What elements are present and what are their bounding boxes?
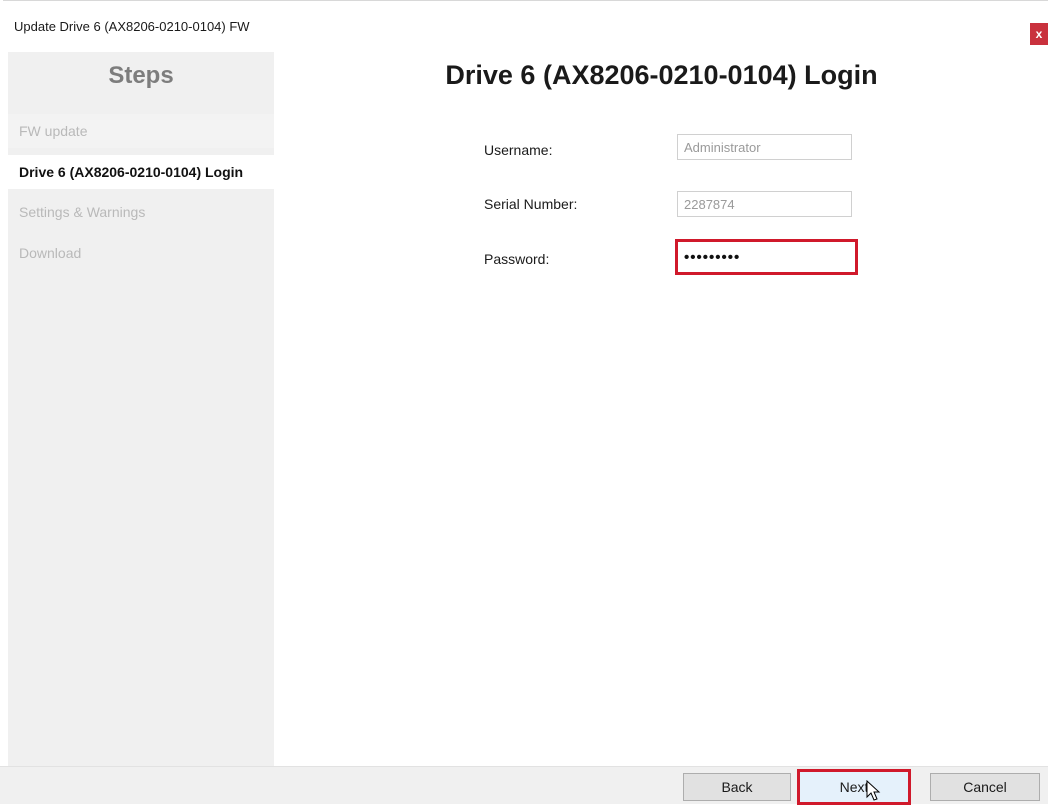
username-label: Username:	[484, 142, 553, 158]
steps-heading: Steps	[108, 62, 174, 89]
pointer-cursor-icon	[866, 780, 881, 801]
serial-number-field[interactable]	[677, 191, 852, 217]
step-settings-warnings[interactable]: Settings & Warnings	[8, 195, 274, 229]
title-bar: Update Drive 6 (AX8206-0210-0104) FW x	[3, 0, 1048, 47]
window-edge	[0, 0, 3, 803]
window-title: Update Drive 6 (AX8206-0210-0104) FW	[14, 19, 250, 34]
password-label: Password:	[484, 251, 550, 267]
step-drive-login[interactable]: Drive 6 (AX8206-0210-0104) Login	[8, 155, 274, 189]
username-field[interactable]	[677, 134, 852, 160]
step-fw-update[interactable]: FW update	[8, 114, 274, 148]
step-download[interactable]: Download	[8, 236, 274, 270]
serial-number-label: Serial Number:	[484, 196, 578, 212]
button-bar: Back Next Cancel	[0, 766, 1048, 805]
back-button[interactable]: Back	[683, 773, 791, 801]
page-title: Drive 6 (AX8206-0210-0104) Login	[445, 60, 878, 90]
close-button[interactable]: x	[1030, 23, 1048, 45]
steps-sidebar: Steps FW update Drive 6 (AX8206-0210-010…	[8, 52, 274, 766]
next-button[interactable]: Next	[797, 769, 911, 805]
password-field[interactable]	[675, 239, 858, 275]
cancel-button[interactable]: Cancel	[930, 773, 1040, 801]
dialog-window: Update Drive 6 (AX8206-0210-0104) FW x S…	[0, 0, 1048, 805]
